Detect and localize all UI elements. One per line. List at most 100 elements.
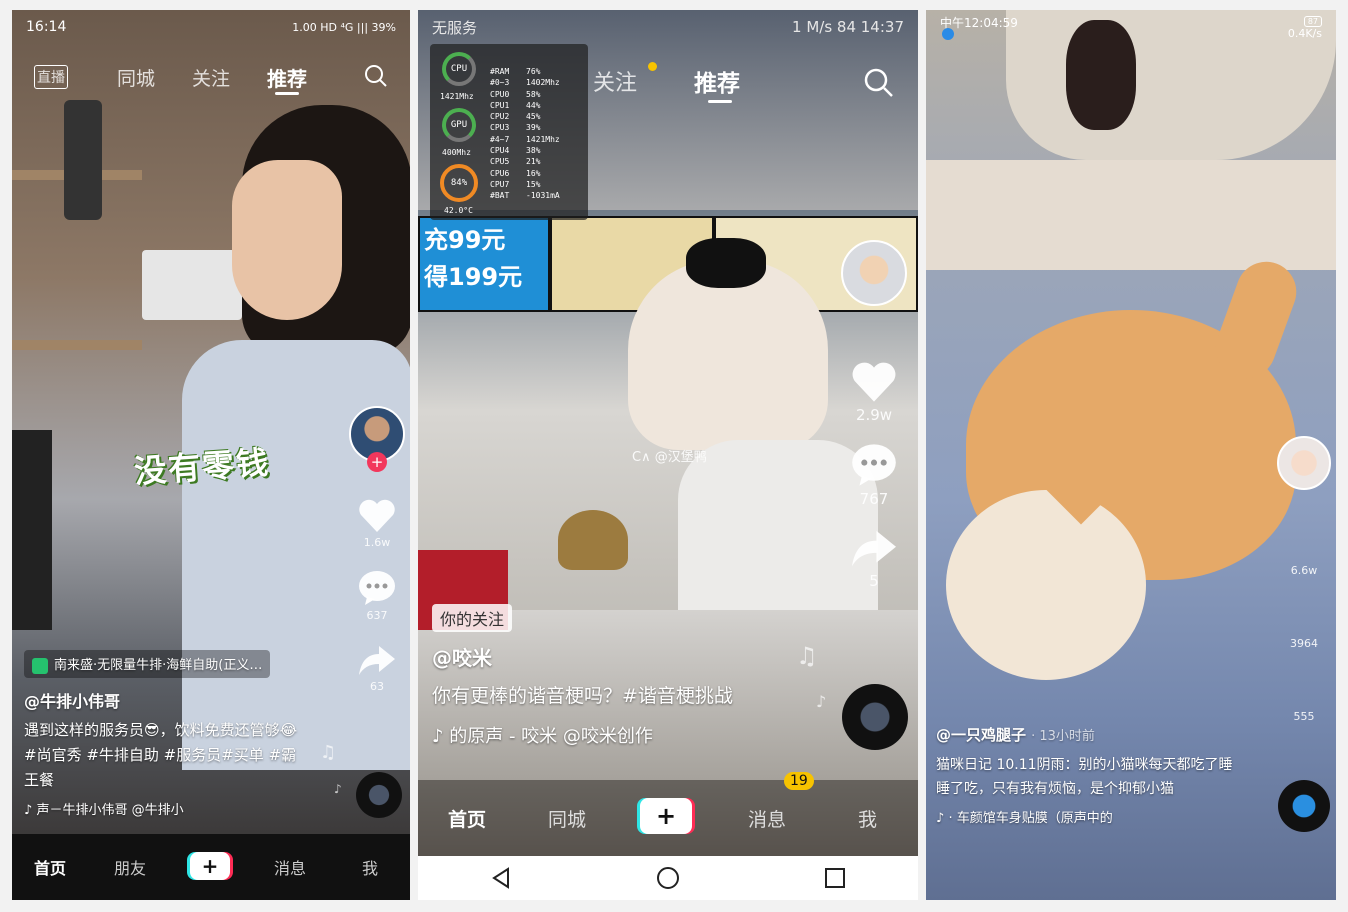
watermark: C∧ @汉堡鸭 [632, 446, 707, 465]
search-icon[interactable] [364, 64, 388, 88]
nav-nearby[interactable]: 同城 [548, 805, 586, 832]
add-video-button[interactable]: + [190, 852, 230, 880]
like-count: 1.6w [363, 536, 391, 549]
music-info[interactable]: ♪ 声－牛排小伟哥 @牛排小 [24, 799, 344, 818]
phone-screen-3: 中午12:04:59 87 0.4K/s 6.6w 3964 555 @一只鸡腿… [926, 10, 1336, 900]
comment-count: 767 [859, 490, 889, 508]
perf-stat-row: CPU2 45% [490, 111, 560, 122]
tab-recommend[interactable]: 推荐 [694, 64, 740, 98]
status-indicators: 1.00 HD ⁴G ||| 39% [292, 20, 396, 34]
person-hair [628, 260, 828, 450]
shelf [12, 340, 142, 350]
bottle [64, 100, 102, 220]
nav-messages[interactable]: 消息 [274, 855, 306, 879]
perf-stat-value: 38% [526, 146, 541, 156]
comment-count: 3964 [1290, 637, 1318, 650]
tab-follow[interactable]: 关注 [593, 65, 637, 97]
perf-stat-key: CPU4 [490, 146, 510, 156]
network-speed: 0.4K/s [1287, 27, 1322, 40]
nav-me[interactable]: 我 [362, 855, 378, 879]
music-title: 声－牛排小伟哥 @牛排小 [36, 802, 184, 818]
music-disc[interactable] [842, 684, 908, 750]
status-bar: 无服务 1 M/s 84 14:37 [418, 10, 918, 44]
golden-toad [558, 510, 628, 570]
share-icon[interactable] [849, 526, 899, 570]
nav-me[interactable]: 我 [858, 805, 877, 832]
live-icon[interactable]: 直播 [34, 65, 68, 89]
tab-recommend[interactable]: 推荐 [267, 63, 307, 92]
location-tag[interactable]: 南来盛·无限量牛排·海鲜自助(正义… [24, 650, 271, 678]
music-disc[interactable] [356, 772, 402, 818]
recents-icon[interactable] [824, 867, 846, 889]
home-icon[interactable] [656, 866, 680, 890]
perf-stat-value: 45% [526, 112, 541, 122]
author-avatar[interactable] [1277, 436, 1331, 490]
author-avatar[interactable] [841, 240, 907, 306]
nav-home[interactable]: 首页 [34, 855, 66, 879]
overlay-caption: 没有零钱 [132, 443, 272, 491]
music-title: 的原声 - 咬米 @咬米创作 [449, 726, 653, 747]
location-pin-icon [32, 657, 48, 674]
perf-stat-key: CPU7 [490, 179, 510, 189]
music-disc[interactable] [1278, 780, 1330, 832]
tab-nearby[interactable]: 同城 [117, 64, 155, 91]
follow-tag: 你的关注 [432, 604, 513, 632]
share-count: 5 [869, 572, 879, 590]
share-icon[interactable] [357, 642, 397, 678]
status-bar: 中午12:04:59 87 0.4K/s [926, 10, 1336, 44]
menu-line-1: 充99元 [424, 226, 506, 254]
perf-stat-key: #4~7 [490, 134, 510, 144]
status-carrier: 无服务 [432, 18, 478, 37]
heart-icon[interactable] [849, 358, 899, 404]
status-right: 87 0.4K/s [1288, 14, 1322, 40]
perf-stat-key: #BAT [490, 191, 510, 201]
perf-stat-row: #BAT -1031mA [490, 190, 560, 201]
like-count: 6.6w [1290, 564, 1318, 577]
microwave [142, 250, 242, 320]
perf-stat-row: CPU7 15% [490, 179, 560, 190]
phone-screen-2: 充99元 得199元 无服务 1 M/s 84 14:37 CPU 1421Mh… [418, 10, 918, 900]
author-name[interactable]: @牛排小伟哥 [24, 688, 344, 712]
watermark-text: @汉堡鸭 [654, 450, 707, 465]
active-tab-indicator [708, 100, 732, 103]
perf-stat-row: CPU5 21% [490, 156, 560, 167]
add-video-button[interactable]: + [640, 798, 692, 834]
back-icon[interactable] [490, 867, 512, 889]
nav-home[interactable]: 首页 [448, 805, 486, 832]
pillow [926, 160, 1336, 270]
music-note-icon: ♪ [816, 692, 827, 711]
tiktok-icon: ♪ [432, 726, 450, 747]
perf-stat-row: CPU3 39% [490, 122, 560, 133]
gpu-frequency: 400Mhz [442, 148, 471, 157]
person-face [232, 160, 342, 320]
watermark-logo-icon: C∧ [632, 450, 655, 465]
bottom-nav: 首页 朋友 + 消息 我 [12, 834, 410, 900]
music-info[interactable]: ♪ 的原声 - 咬米 @咬米创作 [432, 722, 812, 748]
video-caption: 南来盛·无限量牛排·海鲜自助(正义… @牛排小伟哥 遇到这样的服务员😎，饮料免费… [24, 650, 344, 818]
nav-friends[interactable]: 朋友 [114, 855, 146, 879]
heart-icon[interactable] [357, 496, 397, 534]
author-row: @一只鸡腿子 · 13小时前 [936, 724, 1236, 745]
tab-follow[interactable]: 关注 [192, 64, 230, 91]
menu-board: 充99元 得199元 [418, 216, 550, 312]
comment-count: 637 [366, 609, 388, 622]
top-tabs: 关注 推荐 [418, 54, 918, 108]
perf-stat-row: CPU4 38% [490, 145, 560, 156]
perf-stat-row: #4~7 1421Mhz [490, 134, 560, 145]
comment-icon[interactable] [849, 442, 899, 488]
perf-stat-value: -1031mA [526, 191, 560, 201]
video-caption: @一只鸡腿子 · 13小时前 猫咪日记 10.11阴雨：别的小猫咪每天都吃了睡睡… [936, 724, 1236, 826]
system-nav-bar [418, 856, 918, 900]
comment-icon[interactable] [357, 569, 397, 607]
perf-stat-value: 21% [526, 157, 541, 167]
search-icon[interactable] [864, 68, 894, 98]
author-name[interactable]: @咬米 [432, 642, 812, 671]
music-title: · 车颜馆车身贴膜（原声中的 [948, 811, 1113, 826]
video-description: 猫咪日记 10.11阴雨：别的小猫咪每天都吃了睡睡了吃，只有我有烦恼，是个抑郁小… [936, 757, 1233, 797]
music-info[interactable]: ♪ · 车颜馆车身贴膜（原声中的 [936, 807, 1236, 826]
nav-messages[interactable]: 消息 [748, 805, 786, 832]
cat-face [946, 490, 1146, 680]
follow-plus-icon[interactable]: + [367, 452, 387, 472]
location-text: 南来盛·无限量牛排·海鲜自助(正义… [54, 658, 263, 673]
author-name[interactable]: @一只鸡腿子 [936, 726, 1026, 744]
